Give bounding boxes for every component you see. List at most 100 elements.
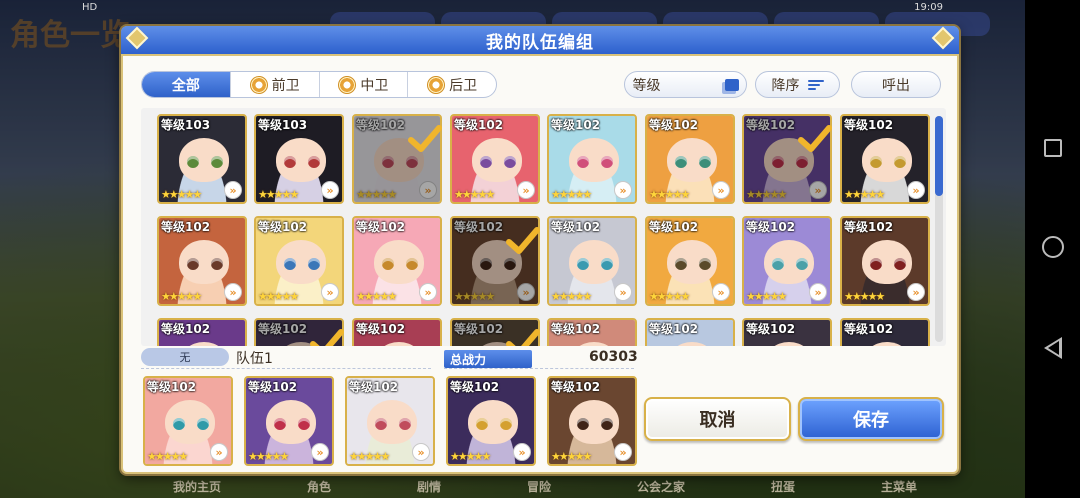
save-button[interactable]: 保存 [798,397,944,441]
star-rating: ★★★★★ [356,188,397,201]
sort-by-level-button[interactable]: 等级 [624,71,747,98]
character-level: 等级102 [147,380,197,394]
position-chevron-icon: » [614,181,632,199]
team-member-card[interactable]: 等级102 ★★★★★ » [446,376,536,466]
team-member-card[interactable]: 等级102 ★★★★★ » [345,376,435,466]
power-divider [444,368,634,369]
position-chevron-icon: » [419,283,437,301]
filter-tab-middle[interactable]: 中卫 [320,72,409,97]
roster-character-card[interactable]: 等级102★★★★★» [547,114,637,204]
filter-tab-label: 前卫 [271,77,300,94]
character-level: 等级103 [161,118,211,132]
roster-character-card[interactable]: 等级102 ★★★★★ » [645,216,735,306]
position-chevron-icon: » [907,283,925,301]
system-nav-bar [1025,0,1080,498]
character-level: 等级102 [258,322,308,336]
character-level: 等级102 [649,322,699,336]
star-rating: ★★★★★ [844,188,885,201]
character-level: 等级102 [746,118,796,132]
status-bar: HD 19:09 [0,0,1025,14]
character-roster-grid: 等级103 ★★★★★» 等级103 ★★★★★» 等级102 ★★★★★» 等级102 ★★… [141,108,946,346]
filter-tab-all[interactable]: 全部 [142,72,231,97]
character-level: 等级102 [450,380,500,394]
filter-tab-back[interactable]: 后卫 [408,72,496,97]
character-level: 等级102 [454,118,504,132]
position-chevron-icon: » [321,181,339,199]
character-level: 等级102 [551,322,601,336]
roster-scroll-thumb[interactable] [935,116,943,196]
status-time: 19:09 [914,1,943,13]
star-rating: ★★★★★ [454,188,495,201]
character-level: 等级102 [349,380,399,394]
star-rating: ★★★★★ [649,290,690,303]
cancel-button[interactable]: 取消 [644,397,791,441]
back-icon[interactable] [1043,336,1062,359]
sort-order-button[interactable]: 降序 [755,71,840,98]
roster-scrollbar[interactable] [935,116,943,342]
character-level: 等级102 [161,220,211,234]
recent-apps-icon[interactable] [1043,139,1062,158]
position-chevron-icon: » [412,443,430,461]
roster-character-card[interactable]: 等级102★★★★★» [840,318,930,346]
roster-character-card[interactable]: 等级102★★★★★» [742,216,832,306]
position-chevron-icon: » [321,283,339,301]
roster-character-card[interactable]: 等级102★★★★★» [157,318,247,346]
background-menu-item: 角色 [306,480,331,494]
roster-character-card[interactable]: 等级102★★★★★» [742,318,832,346]
character-level: 等级102 [248,380,298,394]
position-chevron-icon: » [513,443,531,461]
home-icon[interactable] [1041,235,1064,258]
character-level: 等级102 [551,220,601,234]
character-level: 等级102 [649,220,699,234]
star-rating: ★★★★★ [356,290,397,303]
position-chevron-icon: » [517,181,535,199]
total-power-value: 60303 [589,349,638,365]
header-ornament-right [931,26,955,50]
star-rating: ★★★★★ [844,290,885,303]
team-member-card[interactable]: 等级102 ★★★★★ » [143,376,233,466]
roster-character-card[interactable]: 等级102 ★★★★★ » [840,216,930,306]
middle-position-icon [338,75,357,94]
roster-character-card[interactable]: 等级102★★★★★» [645,114,735,204]
position-chevron-icon: » [224,181,242,199]
roster-character-card[interactable]: 等级102★★★★★» [254,216,344,306]
roster-character-card[interactable]: 等级103 ★★★★★ » [254,114,344,204]
star-rating: ★★★★★ [161,290,202,303]
position-chevron-icon: » [224,283,242,301]
sort-order-label: 降序 [771,77,800,94]
filter-tab-front[interactable]: 前卫 [231,72,320,97]
selected-check-icon [506,227,540,254]
character-level: 等级102 [844,322,894,336]
star-rating: ★★★★★ [258,188,299,201]
selected-check-icon [798,125,832,152]
roster-character-card[interactable]: 等级102★★★★★» [645,318,735,346]
character-level: 等级102 [844,220,894,234]
star-rating: ★★★★★ [746,290,787,303]
roster-character-card[interactable]: 等级102★★★★★» [547,216,637,306]
filter-tab-label: 中卫 [360,77,389,94]
character-level: 等级102 [844,118,894,132]
position-chevron-icon: » [809,181,827,199]
roster-character-card[interactable]: 等级102★★★★★» [840,114,930,204]
position-chevron-icon: » [809,283,827,301]
roster-character-card[interactable]: 等级103 ★★★★★ » [157,114,247,204]
roster-character-card[interactable]: 等级102★★★★★» [352,216,442,306]
star-rating: ★★★★★ [746,188,787,201]
character-level: 等级102 [649,118,699,132]
background-menu-item: 扭蛋 [770,480,795,494]
team-divider [141,368,431,369]
roster-character-card[interactable]: 等级102★★★★★» [352,318,442,346]
star-rating: ★★★★★ [161,188,202,201]
character-level: 等级102 [551,118,601,132]
header-ornament-left [125,26,149,50]
character-level: 等级102 [454,322,504,336]
star-rating: ★★★★★ [258,290,299,303]
roster-character-card[interactable]: 等级102★★★★★» [547,318,637,346]
position-chevron-icon: » [712,283,730,301]
team-member-card[interactable]: 等级102 ★★★★★ » [547,376,637,466]
roster-character-card[interactable]: 等级102 ★★★★★ » [450,114,540,204]
team-member-card[interactable]: 等级102 ★★★★★ » [244,376,334,466]
call-out-button[interactable]: 呼出 [851,71,941,98]
roster-character-card[interactable]: 等级102 ★★★★★ » [157,216,247,306]
background-bottom-menu: 我的主页 角色 剧情 冒险 公会之家 扭蛋 主菜单 [130,478,960,498]
